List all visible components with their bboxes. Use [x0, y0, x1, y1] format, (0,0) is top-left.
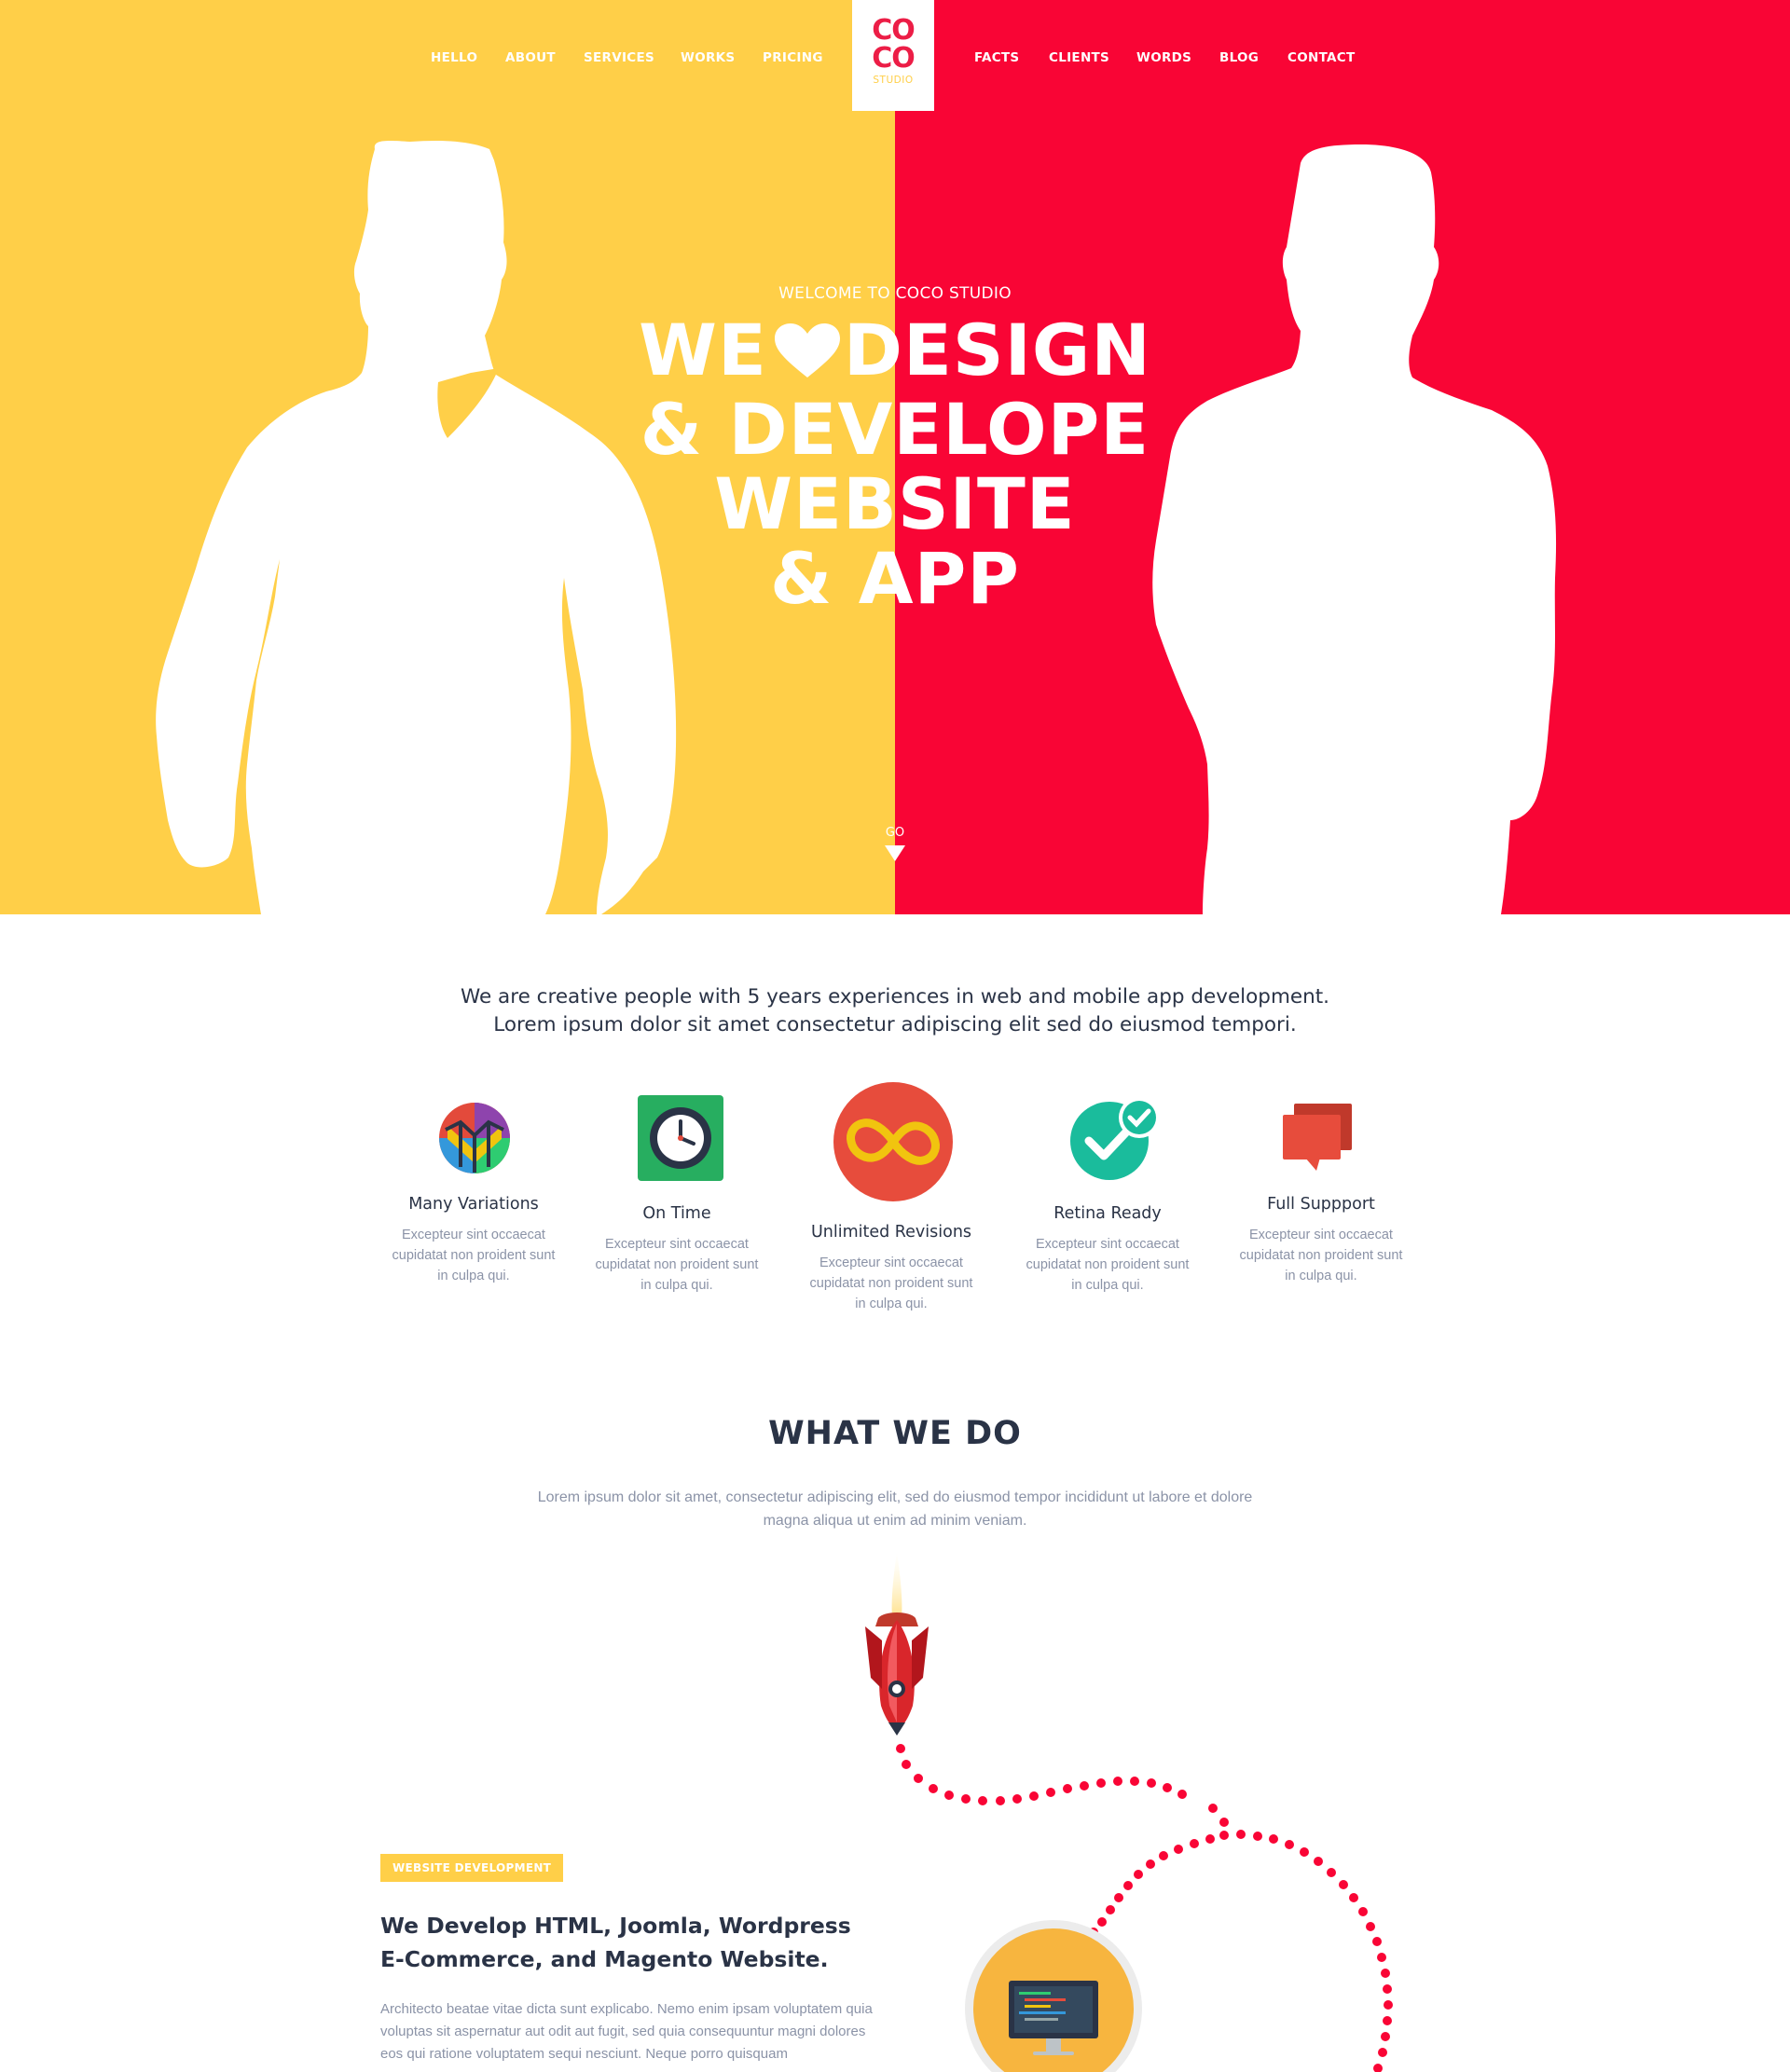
- hero-welcome-text: WELCOME TO COCO STUDIO: [778, 284, 1012, 303]
- arrow-down-icon: [885, 845, 905, 861]
- feature-description: Excepteur sint occaecat cupidatat non pr…: [1239, 1228, 1403, 1283]
- feature-many-variations: Many Variations Excepteur sint occaecat …: [371, 1195, 576, 1286]
- feature-retina-ready: Retina Ready Excepteur sint occaecat cup…: [1005, 1204, 1210, 1296]
- intro-line-2: Lorem ipsum dolor sit amet consectetur a…: [493, 1013, 1297, 1036]
- headline-line-3: WEBSITE: [714, 462, 1076, 545]
- feature-full-support: Full Suppport Excepteur sint occaecat cu…: [1219, 1195, 1424, 1286]
- infinity-icon: [833, 1082, 953, 1201]
- heart-icon: [774, 318, 840, 392]
- scroll-down-button[interactable]: GO: [876, 826, 914, 861]
- feature-description: Excepteur sint occaecat cupidatat non pr…: [1026, 1237, 1190, 1293]
- section-subtitle: Lorem ipsum dolor sit amet, consectetur …: [537, 1489, 1253, 1529]
- features-row: Many Variations Excepteur sint occaecat …: [0, 1081, 1790, 1361]
- feature-unlimited-revisions: Unlimited Revisions Excepteur sint occae…: [789, 1223, 994, 1314]
- checkmark-icon: [1070, 1097, 1160, 1180]
- feature-title: On Time: [642, 1204, 711, 1223]
- feature-on-time: On Time Excepteur sint occaecat cupidata…: [574, 1204, 779, 1296]
- headline-line-4: & APP: [770, 537, 1020, 620]
- section-title-what-we-do: WHAT WE DO: [768, 1415, 1022, 1452]
- headline-line-2: & DEVELOPE: [640, 388, 1150, 471]
- hero-content: WELCOME TO COCO STUDIO WE DESIGN & DEVELO…: [0, 0, 1790, 914]
- go-label: GO: [885, 826, 905, 840]
- feature-description: Excepteur sint occaecat cupidatat non pr…: [595, 1237, 759, 1293]
- rocket-icon: [865, 1552, 929, 1736]
- variations-icon: [439, 1103, 510, 1173]
- feature-title: Full Suppport: [1267, 1195, 1375, 1214]
- chat-icon: [1283, 1104, 1352, 1171]
- website-development-badge: WEBSITE DEVELOPMENT: [380, 1854, 564, 1882]
- feature-title: Unlimited Revisions: [810, 1223, 972, 1242]
- web-dev-title-line-2: E-Commerce, and Magento Website.: [380, 1946, 829, 1972]
- feature-description: Excepteur sint occaecat cupidatat non pr…: [392, 1228, 556, 1283]
- intro-line-1: We are creative people with 5 years expe…: [460, 985, 1330, 1009]
- feature-title: Many Variations: [408, 1195, 539, 1214]
- dotted-path: [896, 1744, 1393, 2072]
- page: HELLO ABOUT SERVICES WORKS PRICING CO CO…: [0, 0, 1790, 2072]
- hero-headline: WE DESIGN & DEVELOPE WEBSITE & APP: [0, 313, 1790, 616]
- web-dev-body: Architecto beatae vitae dicta sunt expli…: [380, 2001, 873, 2062]
- web-dev-title-line-1: We Develop HTML, Joomla, Wordpress: [380, 1913, 851, 1939]
- web-dev-title: We Develop HTML, Joomla, Wordpress E-Com…: [380, 1909, 940, 1976]
- monitor-icon: [965, 1920, 1142, 2072]
- clock-icon: [638, 1095, 723, 1181]
- hero-section: HELLO ABOUT SERVICES WORKS PRICING CO CO…: [0, 0, 1790, 914]
- feature-title: Retina Ready: [1053, 1204, 1162, 1223]
- intro-text: We are creative people with 5 years expe…: [0, 983, 1790, 1039]
- feature-description: Excepteur sint occaecat cupidatat non pr…: [809, 1256, 973, 1311]
- headline-we: WE: [639, 309, 767, 391]
- headline-design: DESIGN: [843, 309, 1151, 391]
